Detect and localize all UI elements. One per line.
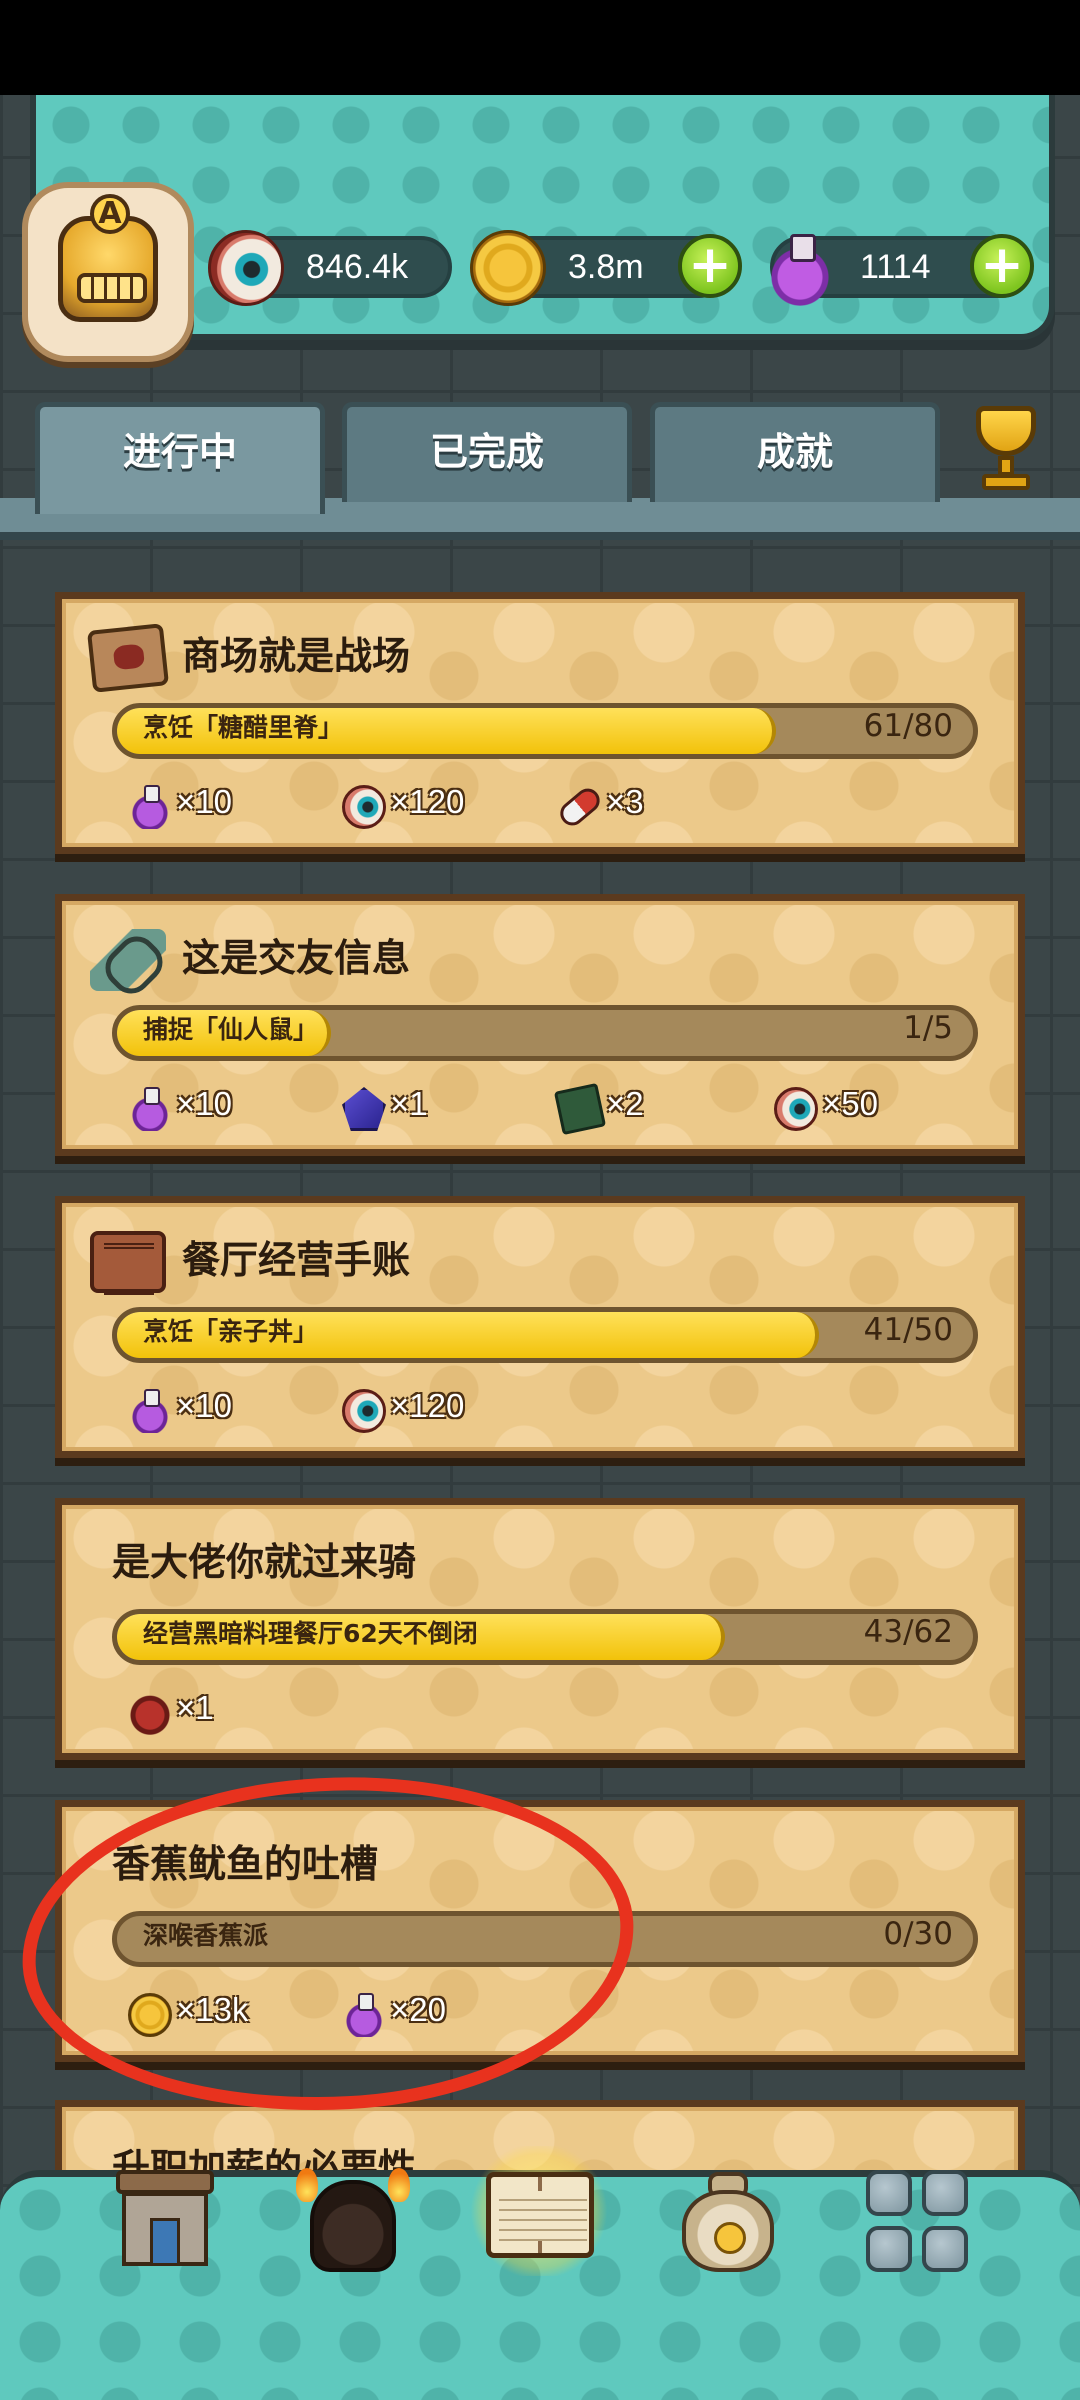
tab-in-progress[interactable]: 进行中 xyxy=(35,402,325,514)
potion-icon xyxy=(342,1993,386,2037)
quest-task: 烹饪「糖醋里脊」 xyxy=(143,713,344,742)
quest-task: 经营黑暗料理餐厅62天不倒闭 xyxy=(143,1619,478,1648)
candy-icon xyxy=(555,783,605,831)
coin-icon xyxy=(128,1993,172,2037)
quest-title: 这是交友信息 xyxy=(182,936,411,980)
reward-amount: ×3 xyxy=(606,783,644,820)
quest-count: 1/5 xyxy=(903,1010,953,1046)
potion-icon xyxy=(762,230,838,306)
status-bar xyxy=(0,0,1080,95)
eyeball-icon xyxy=(208,230,284,306)
add-potions-button[interactable]: + xyxy=(970,234,1034,298)
potion-counter: 1114 + xyxy=(762,230,1034,306)
eyeball-icon xyxy=(774,1087,818,1131)
quest-title: 香蕉鱿鱼的吐槽 xyxy=(112,1842,379,1886)
quest-card[interactable]: 这是交友信息 捕捉「仙人鼠」 1/5 ×10 ×1 ×2 ×50 xyxy=(55,894,1025,1156)
eyeball-icon xyxy=(342,785,386,829)
reward-amount: ×2 xyxy=(606,1085,644,1122)
quest-progress-bar: 烹饪「亲子丼」 41/50 xyxy=(112,1307,978,1363)
quest-count: 61/80 xyxy=(863,708,953,744)
quest-task: 深喉香蕉派 xyxy=(143,1921,269,1950)
reward-amount: ×20 xyxy=(390,1991,446,2028)
reward-amount: ×10 xyxy=(176,1085,232,1122)
crystal-icon xyxy=(342,1087,386,1131)
quest-progress-bar: 经营黑暗料理餐厅62天不倒闭 43/62 xyxy=(112,1609,978,1665)
monster-icon[interactable] xyxy=(294,2162,412,2280)
quest-book-icon[interactable] xyxy=(470,2146,608,2276)
coin-amount: 3.8m xyxy=(568,248,644,286)
quest-title: 是大佬你就过来骑 xyxy=(112,1540,417,1584)
reward-amount: ×13k xyxy=(176,1991,249,2028)
quest-progress-bar: 烹饪「糖醋里脊」 61/80 xyxy=(112,703,978,759)
tab-achievements[interactable]: 成就 xyxy=(650,402,940,502)
reward-amount: ×10 xyxy=(176,1387,232,1424)
quest-count: 43/62 xyxy=(863,1614,953,1650)
quest-card[interactable]: 是大佬你就过来骑 经营黑暗料理餐厅62天不倒闭 43/62 ×1 xyxy=(55,1498,1025,1760)
quest-card[interactable]: 餐厅经营手账 烹饪「亲子丼」 41/50 ×10 ×120 xyxy=(55,1196,1025,1458)
shop-icon[interactable] xyxy=(106,2162,224,2280)
eyeball-counter: 846.4k xyxy=(208,230,452,306)
reward-amount: ×50 xyxy=(822,1085,878,1122)
book-icon xyxy=(90,1231,166,1295)
quest-task: 捕捉「仙人鼠」 xyxy=(143,1015,319,1044)
reward-amount: ×120 xyxy=(390,1387,465,1424)
quest-progress-bar: 捕捉「仙人鼠」 1/5 xyxy=(112,1005,978,1061)
monster-icon xyxy=(128,1691,172,1735)
tab-completed[interactable]: 已完成 xyxy=(342,402,632,502)
reward-amount: ×1 xyxy=(176,1689,214,1726)
bottle-icon xyxy=(90,929,166,991)
reward-amount: ×10 xyxy=(176,783,232,820)
quest-title: 餐厅经营手账 xyxy=(182,1238,411,1282)
coin-icon xyxy=(470,230,546,306)
quest-count: 0/30 xyxy=(883,1916,953,1952)
player-avatar[interactable]: A xyxy=(22,182,194,362)
quest-card[interactable]: 香蕉鱿鱼的吐槽 深喉香蕉派 0/30 ×13k ×20 xyxy=(55,1800,1025,2062)
eyeball-icon xyxy=(342,1389,386,1433)
map-icon xyxy=(86,623,170,693)
reward-amount: ×1 xyxy=(390,1085,428,1122)
coin-counter: 3.8m + xyxy=(470,230,742,306)
potion-icon xyxy=(128,1389,172,1433)
quest-card[interactable]: 商场就是战场 烹饪「糖醋里脊」 61/80 ×10 ×120 ×3 xyxy=(55,592,1025,854)
reward-amount: ×120 xyxy=(390,783,465,820)
potion-icon xyxy=(128,1087,172,1131)
money-bag-icon[interactable] xyxy=(668,2162,786,2280)
potion-amount: 1114 xyxy=(860,248,931,286)
more-grid-icon[interactable] xyxy=(860,2162,978,2280)
add-coins-button[interactable]: + xyxy=(678,234,742,298)
avatar-rank-badge: A xyxy=(90,194,130,234)
trophy-icon[interactable] xyxy=(958,400,1054,496)
quest-count: 41/50 xyxy=(863,1312,953,1348)
eyeball-amount: 846.4k xyxy=(306,248,409,286)
potion-icon xyxy=(128,785,172,829)
quest-progress-bar: 深喉香蕉派 0/30 xyxy=(112,1911,978,1967)
quest-task: 烹饪「亲子丼」 xyxy=(143,1317,319,1346)
card-icon xyxy=(553,1082,607,1136)
quest-title: 商场就是战场 xyxy=(182,634,411,678)
